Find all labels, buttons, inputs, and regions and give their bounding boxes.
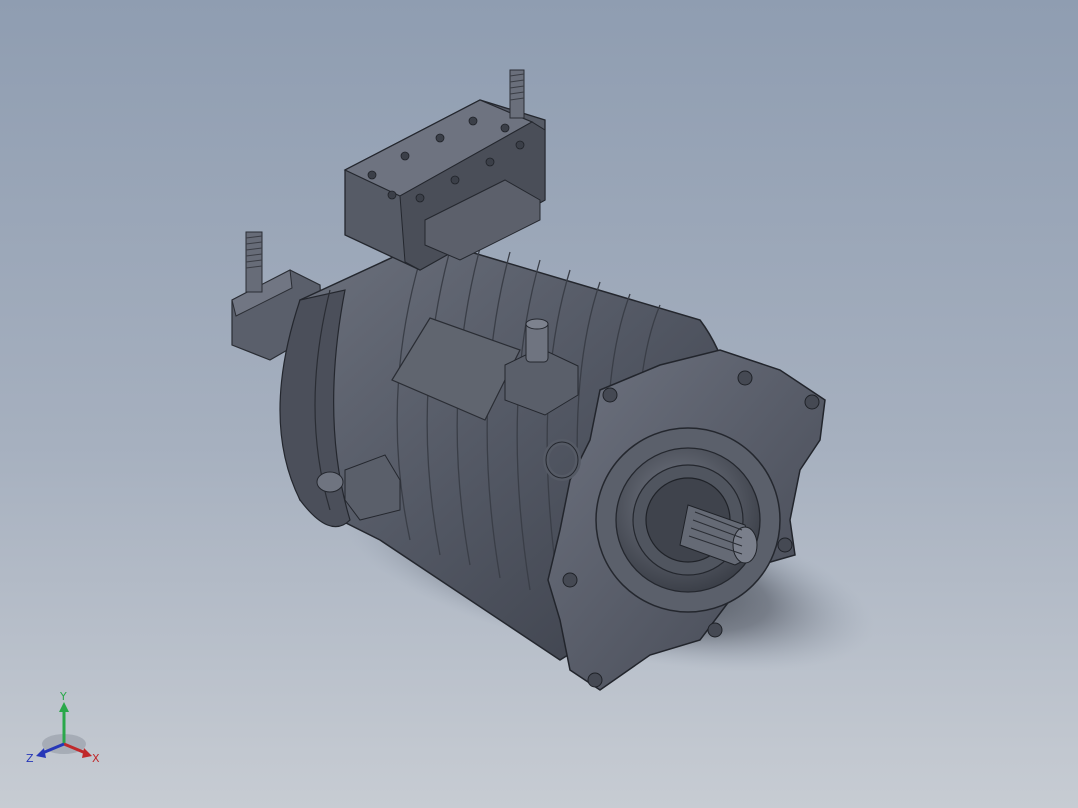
x-axis-arrow [82, 748, 92, 758]
z-axis-label: Z [26, 752, 34, 765]
motor-model[interactable] [0, 0, 1078, 808]
axis-triad: Y X Z [26, 690, 100, 765]
cad-viewport[interactable]: Y X Z [0, 0, 1078, 808]
terminal-box [343, 69, 546, 271]
y-axis-arrow [59, 702, 69, 712]
x-axis-label: X [92, 752, 100, 765]
y-axis-label: Y [59, 690, 67, 703]
z-axis-arrow [36, 748, 46, 758]
